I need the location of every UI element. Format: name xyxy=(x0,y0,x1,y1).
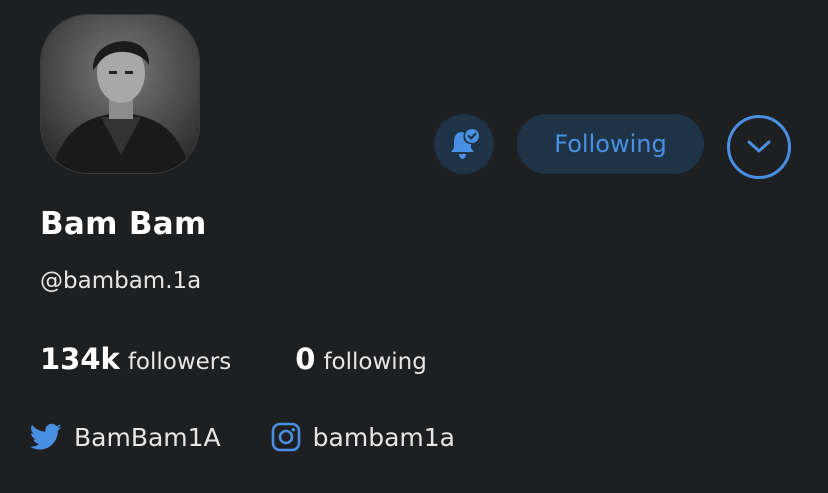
followers-count: 134k xyxy=(40,342,120,376)
following-count: 0 xyxy=(295,342,316,376)
following-label: following xyxy=(323,349,427,375)
twitter-link[interactable]: BamBam1A xyxy=(30,423,221,452)
profile-header: Following Bam Bam @bambam.1a 134k follow… xyxy=(0,0,828,493)
instagram-username: bambam1a xyxy=(312,422,455,452)
following-button-label: Following xyxy=(554,130,667,158)
bell-check-icon xyxy=(451,129,479,159)
display-name: Bam Bam xyxy=(40,206,207,242)
more-options-button[interactable] xyxy=(727,115,791,179)
username-handle: @bambam.1a xyxy=(40,268,202,294)
instagram-icon xyxy=(271,422,301,452)
following-button[interactable]: Following xyxy=(517,114,704,174)
notification-button[interactable] xyxy=(434,114,494,174)
twitter-icon xyxy=(30,423,62,451)
followers-stat[interactable]: 134k followers xyxy=(40,342,231,376)
avatar[interactable] xyxy=(40,14,200,174)
chevron-down-icon xyxy=(747,140,771,153)
following-stat[interactable]: 0 following xyxy=(295,342,427,376)
twitter-username: BamBam1A xyxy=(74,422,221,452)
instagram-link[interactable]: bambam1a xyxy=(271,422,455,452)
social-links: BamBam1A bambam1a xyxy=(30,422,455,452)
followers-label: followers xyxy=(127,349,232,375)
profile-stats: 134k followers 0 following xyxy=(40,342,427,386)
avatar-photo xyxy=(41,15,199,173)
